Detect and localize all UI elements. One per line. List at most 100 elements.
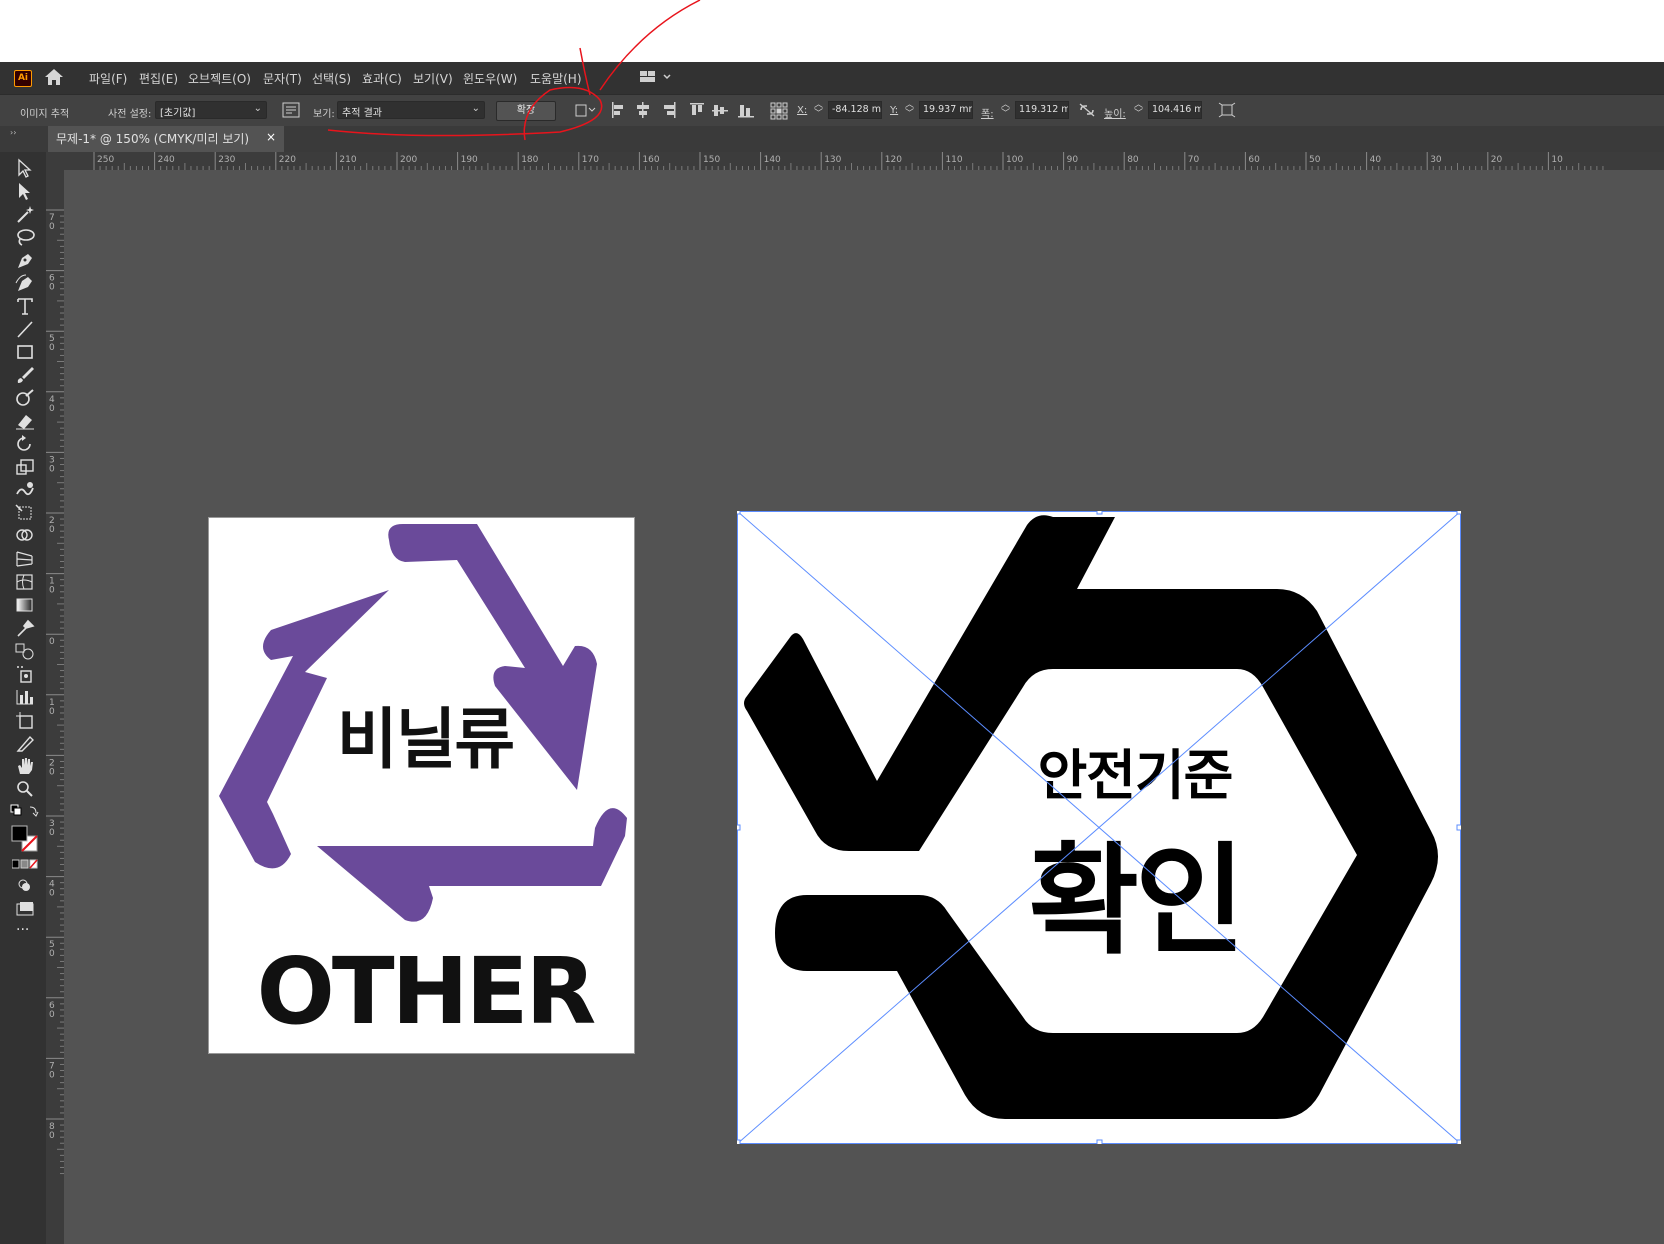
eraser-tool-icon[interactable] [14, 411, 36, 431]
preset-label: 사전 설정: [108, 109, 152, 120]
shaper-tool-icon[interactable] [14, 388, 36, 408]
align-icons[interactable] [610, 102, 760, 118]
collapse-panels-icon[interactable]: ›› [10, 128, 16, 137]
reference-point-icon[interactable] [770, 102, 788, 120]
draw-mode-icon[interactable] [14, 876, 36, 896]
eyedropper-tool-icon[interactable] [14, 618, 36, 638]
home-icon[interactable] [44, 68, 64, 86]
workspace-switcher-icon[interactable] [640, 70, 674, 84]
type-tool-icon[interactable] [14, 296, 36, 316]
y-field[interactable]: 19.937 mr [919, 101, 973, 119]
selection-tool-icon[interactable] [14, 158, 36, 178]
line-tool-icon[interactable] [14, 319, 36, 339]
ruler-label: 180 [521, 155, 538, 165]
pen-tool-icon[interactable] [14, 250, 36, 270]
menu-help[interactable]: 도움말(H) [530, 70, 582, 87]
default-colors-icon[interactable] [10, 804, 40, 820]
hand-tool-icon[interactable] [14, 756, 36, 776]
ruler-label: 0 [49, 1010, 55, 1020]
symbol-sprayer-tool-icon[interactable] [14, 664, 36, 684]
control-bar: 이미지 추적 사전 설정: [초기값] ⌄ 보기: 추적 결과 ⌄ 확장 X: … [0, 94, 1664, 127]
view-select[interactable]: 추적 결과 ⌄ [337, 101, 485, 119]
x-field[interactable]: -84.128 mr [828, 101, 882, 119]
menu-window[interactable]: 윈도우(W) [463, 70, 517, 87]
ruler-label: 0 [49, 464, 55, 474]
link-proportions-icon[interactable] [1078, 102, 1096, 118]
placed-image-safety[interactable]: 안전기준 확인 [737, 511, 1461, 1144]
perspective-grid-tool-icon[interactable] [14, 549, 36, 569]
tools-panel: ··· [0, 152, 46, 1244]
preset-select[interactable]: [초기값] ⌄ [155, 101, 267, 119]
width-field[interactable]: 119.312 m [1015, 101, 1069, 119]
selection-bounding-box[interactable] [737, 511, 1461, 1144]
ruler-label: 240 [158, 155, 175, 165]
view-label: 보기: [313, 109, 335, 120]
canvas[interactable]: 비닐류 OTHER 안전기준 확인 [64, 170, 1664, 1244]
menu-view[interactable]: 보기(V) [413, 70, 453, 87]
blend-tool-icon[interactable] [14, 641, 36, 661]
ruler-label: 0 [49, 1131, 55, 1141]
column-graph-tool-icon[interactable] [14, 687, 36, 707]
ruler-label: 0 [49, 525, 55, 535]
ruler-label: 210 [339, 155, 356, 165]
mesh-tool-icon[interactable] [14, 572, 36, 592]
ruler-label: 0 [49, 283, 55, 293]
menu-object[interactable]: 오브젝트(O) [188, 70, 251, 87]
gradient-tool-icon[interactable] [14, 595, 36, 615]
placed-image-vinyl[interactable]: 비닐류 OTHER [208, 517, 635, 1054]
color-mode-icons[interactable] [12, 859, 40, 869]
menu-edit[interactable]: 편집(E) [139, 70, 178, 87]
menu-select[interactable]: 선택(S) [312, 70, 351, 87]
vinyl-label: 비닐류 [336, 701, 515, 778]
ruler-label: 130 [824, 155, 841, 165]
ruler-label: 40 [1370, 155, 1382, 165]
artboard-tool-icon[interactable] [14, 710, 36, 730]
height-label: 높이: [1104, 109, 1126, 120]
menu-effect[interactable]: 효과(C) [362, 70, 402, 87]
ruler-label: 0 [49, 404, 55, 414]
x-stepper-icon[interactable]: ︿ ﹀ [814, 101, 823, 119]
document-tab[interactable]: 무제-1* @ 150% (CMYK/미리 보기) × [48, 126, 284, 152]
close-icon[interactable]: × [266, 130, 276, 144]
illustrator-window: Ai 파일(F) 편집(E) 오브젝트(O) 문자(T) 선택(S) 효과(C)… [0, 62, 1664, 1244]
transform-icon[interactable] [574, 102, 596, 118]
y-stepper-icon[interactable]: ︿ ﹀ [905, 101, 914, 119]
menu-file[interactable]: 파일(F) [89, 70, 127, 87]
height-stepper-icon[interactable]: ︿ ﹀ [1134, 101, 1143, 119]
menu-bar: Ai 파일(F) 편집(E) 오브젝트(O) 문자(T) 선택(S) 효과(C)… [0, 62, 1664, 94]
fill-stroke-swatch-icon[interactable] [10, 824, 40, 854]
warp-tool-icon[interactable] [14, 480, 36, 500]
ruler-label: 0 [49, 1070, 55, 1080]
paintbrush-tool-icon[interactable] [14, 365, 36, 385]
direct-selection-tool-icon[interactable] [14, 181, 36, 201]
rotate-tool-icon[interactable] [14, 434, 36, 454]
ruler-label: 0 [49, 222, 55, 232]
rectangle-tool-icon[interactable] [14, 342, 36, 362]
menu-type[interactable]: 문자(T) [263, 70, 302, 87]
expand-button[interactable]: 확장 [496, 101, 556, 121]
height-field[interactable]: 104.416 m [1148, 101, 1202, 119]
curvature-tool-icon[interactable] [14, 273, 36, 293]
preset-value: [초기값] [160, 108, 196, 119]
width-label: 폭: [981, 109, 994, 120]
zoom-tool-icon[interactable] [14, 779, 36, 799]
ruler-label: 70 [1188, 155, 1200, 165]
ruler-label: 80 [1127, 155, 1139, 165]
trace-panel-icon[interactable] [282, 102, 300, 118]
slice-tool-icon[interactable] [14, 733, 36, 753]
free-transform-tool-icon[interactable] [14, 503, 36, 523]
width-stepper-icon[interactable]: ︿ ﹀ [1001, 101, 1010, 119]
ruler-label: 90 [1067, 155, 1079, 165]
ruler-label: 0 [49, 707, 55, 717]
magic-wand-tool-icon[interactable] [14, 204, 36, 224]
ruler-label: 30 [1430, 155, 1442, 165]
ruler-label: 190 [461, 155, 478, 165]
screen-mode-icon[interactable] [14, 899, 36, 919]
x-label: X: [797, 105, 808, 116]
transform-again-icon[interactable] [1218, 102, 1236, 118]
scale-tool-icon[interactable] [14, 457, 36, 477]
more-tools-icon[interactable]: ··· [16, 922, 29, 938]
ruler-label: 60 [1248, 155, 1260, 165]
lasso-tool-icon[interactable] [14, 227, 36, 247]
shape-builder-tool-icon[interactable] [14, 526, 36, 546]
